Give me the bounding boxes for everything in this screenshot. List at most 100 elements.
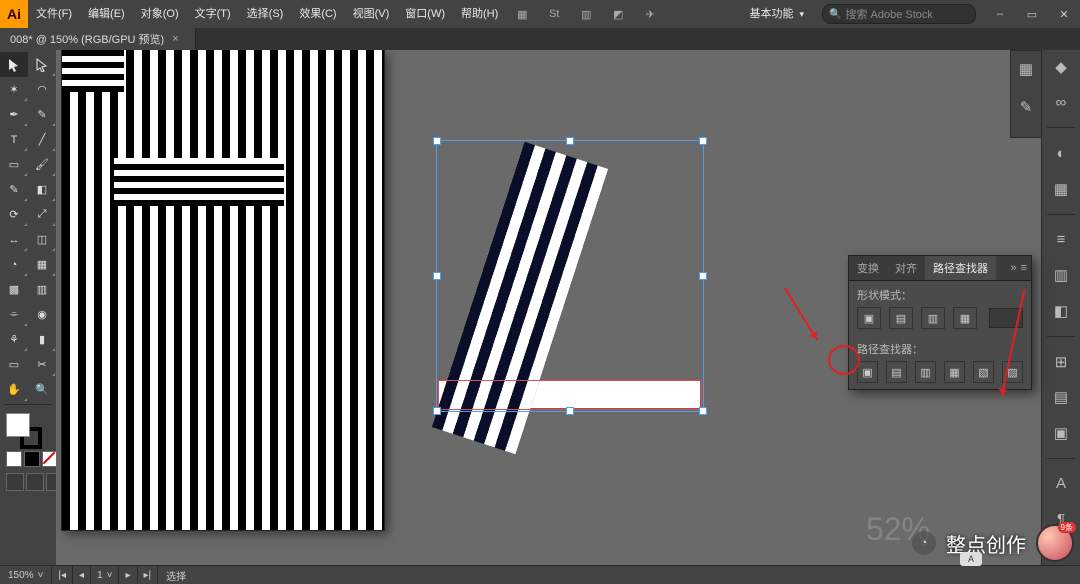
restore-button[interactable]: ▭ — [1016, 0, 1048, 28]
menu-select[interactable]: 选择(S) — [239, 0, 292, 28]
menu-help[interactable]: 帮助(H) — [453, 0, 506, 28]
expand-button[interactable] — [989, 308, 1023, 328]
handle-bot-mid[interactable] — [566, 407, 574, 415]
zoom-level[interactable]: 150% ˅ — [0, 566, 52, 584]
pf-trim[interactable]: ▤ — [886, 361, 907, 383]
tab-transform[interactable]: 变换 — [849, 256, 887, 280]
hand-tool[interactable]: ✋ — [0, 377, 28, 402]
pf-merge[interactable]: ▥ — [915, 361, 936, 383]
draw-behind-btn[interactable] — [26, 473, 44, 491]
rectangle-tool[interactable]: ▭ — [0, 152, 28, 177]
paragraph-panel-icon[interactable]: ¶ — [1047, 509, 1075, 531]
pf-divide[interactable]: ▣ — [857, 361, 878, 383]
fill-swatch[interactable] — [6, 413, 30, 437]
layers-panel-icon[interactable]: ◆ — [1047, 56, 1075, 78]
pf-minus-back[interactable]: ▨ — [1002, 361, 1023, 383]
document-tab[interactable]: 008* @ 150% (RGB/GPU 预览) × — [0, 28, 196, 50]
pathfinder-panel-icon[interactable]: ▣ — [1047, 422, 1075, 444]
gradient-tool[interactable]: ▥ — [28, 277, 56, 302]
handle-bot-right[interactable] — [699, 407, 707, 415]
direct-selection-tool[interactable] — [28, 52, 56, 77]
artboard-nav-first[interactable]: |◂ — [52, 566, 73, 584]
tab-align[interactable]: 对齐 — [887, 256, 925, 280]
arrange-icon[interactable]: ▥ — [574, 2, 598, 26]
perspective-grid-tool[interactable]: ▦ — [28, 252, 56, 277]
blend-tool[interactable]: ◉ — [28, 302, 56, 327]
panel-menu-icon[interactable]: ≡ — [1021, 262, 1027, 274]
share-icon[interactable]: ✈ — [638, 2, 662, 26]
bridge-icon[interactable]: ▦ — [510, 2, 534, 26]
transform-panel-icon[interactable]: ⊞ — [1047, 351, 1075, 373]
menu-type[interactable]: 文字(T) — [187, 0, 239, 28]
workspace-switcher[interactable]: 基本功能 ▾ — [739, 4, 814, 24]
width-tool[interactable]: ↔ — [0, 227, 28, 252]
tab-pathfinder[interactable]: 路径查找器 — [925, 256, 996, 280]
menu-object[interactable]: 对象(O) — [133, 0, 187, 28]
gpu-icon[interactable]: ◩ — [606, 2, 630, 26]
free-transform-tool[interactable]: ◫ — [28, 227, 56, 252]
color-panel-icon[interactable]: ◐ — [1047, 142, 1075, 164]
magic-wand-tool[interactable]: ✶ — [0, 77, 28, 102]
shape-mode-intersect[interactable]: ▥ — [921, 307, 945, 329]
minimize-button[interactable]: – — [984, 0, 1016, 28]
curvature-tool[interactable]: ✎ — [28, 102, 56, 127]
pen-tool[interactable]: ✒ — [0, 102, 28, 127]
shaper-tool[interactable]: ✎ — [0, 177, 28, 202]
artboard-tool[interactable]: ▭ — [0, 352, 28, 377]
libraries-panel-icon[interactable]: ✎ — [1012, 95, 1040, 119]
zoom-tool[interactable]: 🔍 — [28, 377, 56, 402]
paintbrush-tool[interactable]: 🖌 — [28, 152, 56, 177]
rotate-tool[interactable]: ⟳ — [0, 202, 28, 227]
handle-bot-left[interactable] — [433, 407, 441, 415]
eraser-tool[interactable]: ◧ — [28, 177, 56, 202]
menu-window[interactable]: 窗口(W) — [397, 0, 453, 28]
symbol-sprayer-tool[interactable]: ⚘ — [0, 327, 28, 352]
shape-mode-unite[interactable]: ▣ — [857, 307, 881, 329]
artboard-nav-current[interactable]: 1 ˅ — [91, 566, 119, 584]
menu-view[interactable]: 视图(V) — [345, 0, 398, 28]
handle-top-right[interactable] — [699, 137, 707, 145]
gradient-panel-icon[interactable]: ◧ — [1047, 300, 1075, 322]
artboard-nav-next[interactable]: ▸ — [119, 566, 137, 584]
menu-file[interactable]: 文件(F) — [28, 0, 80, 28]
properties-panel-icon[interactable]: ▦ — [1012, 57, 1040, 81]
type-tool[interactable]: T — [0, 127, 28, 152]
slice-tool[interactable]: ✂ — [28, 352, 56, 377]
lasso-tool[interactable]: ◠ — [28, 77, 56, 102]
close-icon[interactable]: × — [172, 33, 178, 45]
column-graph-tool[interactable]: ▮ — [28, 327, 56, 352]
mesh-tool[interactable]: ▩ — [0, 277, 28, 302]
gradient-mode-btn[interactable] — [24, 451, 40, 467]
swatches-panel-icon[interactable]: ▦ — [1047, 178, 1075, 200]
handle-top-mid[interactable] — [566, 137, 574, 145]
stroke-panel-icon[interactable]: ≡ — [1047, 229, 1075, 251]
search-field[interactable]: 🔍 搜索 Adobe Stock — [822, 4, 976, 24]
selection-tool[interactable] — [0, 52, 28, 77]
menu-edit[interactable]: 编辑(E) — [80, 0, 133, 28]
handle-mid-left[interactable] — [433, 272, 441, 280]
pf-crop[interactable]: ▦ — [944, 361, 965, 383]
cc-libraries-icon[interactable]: ∞ — [1047, 92, 1075, 114]
color-mode-btn[interactable] — [6, 451, 22, 467]
eyedropper-tool[interactable]: ⌯ — [0, 302, 28, 327]
handle-mid-right[interactable] — [699, 272, 707, 280]
opentype-panel-icon[interactable]: O — [1047, 544, 1075, 566]
scale-tool[interactable]: ⤢ — [28, 202, 56, 227]
shape-builder-tool[interactable]: ◔ — [0, 252, 28, 277]
artboard-nav-prev[interactable]: ◂ — [73, 566, 91, 584]
shape-mode-exclude[interactable]: ▦ — [953, 307, 977, 329]
fill-stroke-swatch[interactable] — [0, 413, 62, 491]
align-panel-icon[interactable]: ▤ — [1047, 386, 1075, 408]
close-button[interactable]: ✕ — [1048, 0, 1080, 28]
handle-top-left[interactable] — [433, 137, 441, 145]
draw-normal-btn[interactable] — [6, 473, 24, 491]
character-panel-icon[interactable]: A — [1047, 473, 1075, 495]
shape-mode-minus[interactable]: ▤ — [889, 307, 913, 329]
transparency-panel-icon[interactable]: ▥ — [1047, 264, 1075, 286]
menu-effect[interactable]: 效果(C) — [291, 0, 344, 28]
panel-collapse-icon[interactable]: » — [1010, 262, 1016, 274]
pf-outline[interactable]: ▧ — [973, 361, 994, 383]
artboard-nav-last[interactable]: ▸| — [138, 566, 159, 584]
stock-icon[interactable]: St — [542, 2, 566, 26]
line-segment-tool[interactable]: ╱ — [28, 127, 56, 152]
